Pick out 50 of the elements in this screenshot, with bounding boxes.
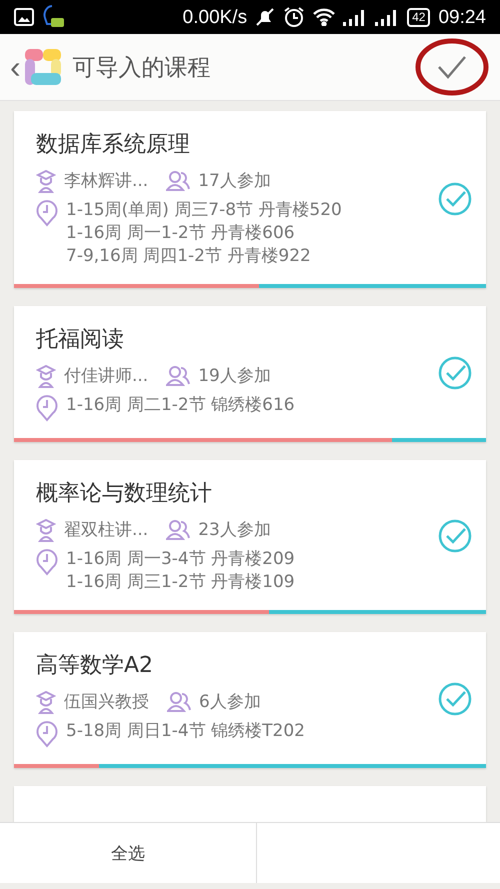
course-card[interactable]: 概率论与数理统计 翟双柱讲... 23人参加 1-16周 周一3-4节 丹青楼209 1-16周 周三1-2节 丹青楼109 — [14, 460, 486, 614]
check-circle-icon[interactable] — [438, 182, 472, 216]
clock-pin-icon — [36, 720, 58, 748]
people-icon — [166, 365, 190, 387]
wifi-icon — [313, 8, 336, 26]
graduation-cap-icon — [36, 365, 56, 389]
teacher-name: 伍国兴教授 — [64, 691, 149, 714]
course-card[interactable]: 托福阅读 付佳讲师... 19人参加 1-16周 周二1-2节 锦绣楼616 — [14, 306, 486, 442]
network-speed: 0.00K/s — [182, 6, 248, 28]
schedule-line: 1-16周 周三1-2节 丹青楼109 — [66, 571, 295, 594]
alarm-clock-icon — [283, 6, 306, 28]
course-title: 高等数学A2 — [36, 652, 154, 680]
course-title: 概率论与数理统计 — [36, 480, 213, 508]
check-circle-icon[interactable] — [438, 519, 472, 553]
course-title: 数据库系统原理 — [36, 131, 191, 159]
people-icon — [166, 519, 190, 541]
schedule-line: 5-18周 周日1-4节 锦绣楼T202 — [66, 720, 305, 743]
schedule-line: 1-15周(单周) 周三7-8节 丹青楼520 — [66, 199, 342, 222]
teacher-name: 付佳讲师... — [64, 365, 148, 388]
clock-pin-icon — [36, 199, 58, 227]
graduation-cap-icon — [36, 170, 56, 194]
participant-count: 19人参加 — [198, 365, 271, 388]
check-circle-icon[interactable] — [438, 682, 472, 716]
schedule-line: 1-16周 周一3-4节 丹青楼209 — [66, 548, 295, 571]
image-icon — [14, 8, 34, 26]
page-title: 可导入的课程 — [72, 54, 211, 82]
people-icon — [166, 170, 190, 192]
check-circle-icon[interactable] — [438, 356, 472, 390]
graduation-cap-icon — [36, 691, 56, 715]
course-title: 托福阅读 — [36, 326, 125, 354]
participant-count: 23人参加 — [198, 519, 271, 542]
teacher-name: 翟双柱讲... — [64, 519, 148, 542]
app-logo-icon — [24, 49, 61, 85]
participant-count: 6人参加 — [199, 691, 261, 714]
schedule-line: 1-16周 周一1-2节 丹青楼606 — [66, 222, 296, 245]
clock-pin-icon — [36, 394, 58, 422]
clock-pin-icon — [36, 548, 58, 576]
people-icon — [167, 691, 191, 713]
checkmark-icon — [437, 55, 467, 79]
schedule-line: 7-9,16周 周四1-2节 丹青楼922 — [66, 245, 312, 268]
participant-count: 17人参加 — [198, 170, 271, 193]
teacher-name: 李林辉讲... — [64, 170, 148, 193]
clock-time: 09:24 — [438, 6, 486, 28]
course-card[interactable]: 高等数学A2 伍国兴教授 6人参加 5-18周 周日1-4节 锦绣楼T202 — [14, 632, 486, 768]
graduation-cap-icon — [36, 519, 56, 543]
course-card[interactable]: 数据库系统原理 李林辉讲... 17人参加 1-15周(单周) 周三7-8节 丹青楼520 1-16周 周一1-2节 丹青楼606 7-9,16周 周四1-2节 丹青楼922 — [14, 111, 486, 288]
back-button[interactable]: ‹ — [6, 51, 25, 83]
schedule-line: 1-16周 周二1-2节 锦绣楼616 — [66, 394, 295, 417]
battery-level: 42 — [407, 8, 430, 26]
bell-muted-icon — [255, 7, 276, 27]
